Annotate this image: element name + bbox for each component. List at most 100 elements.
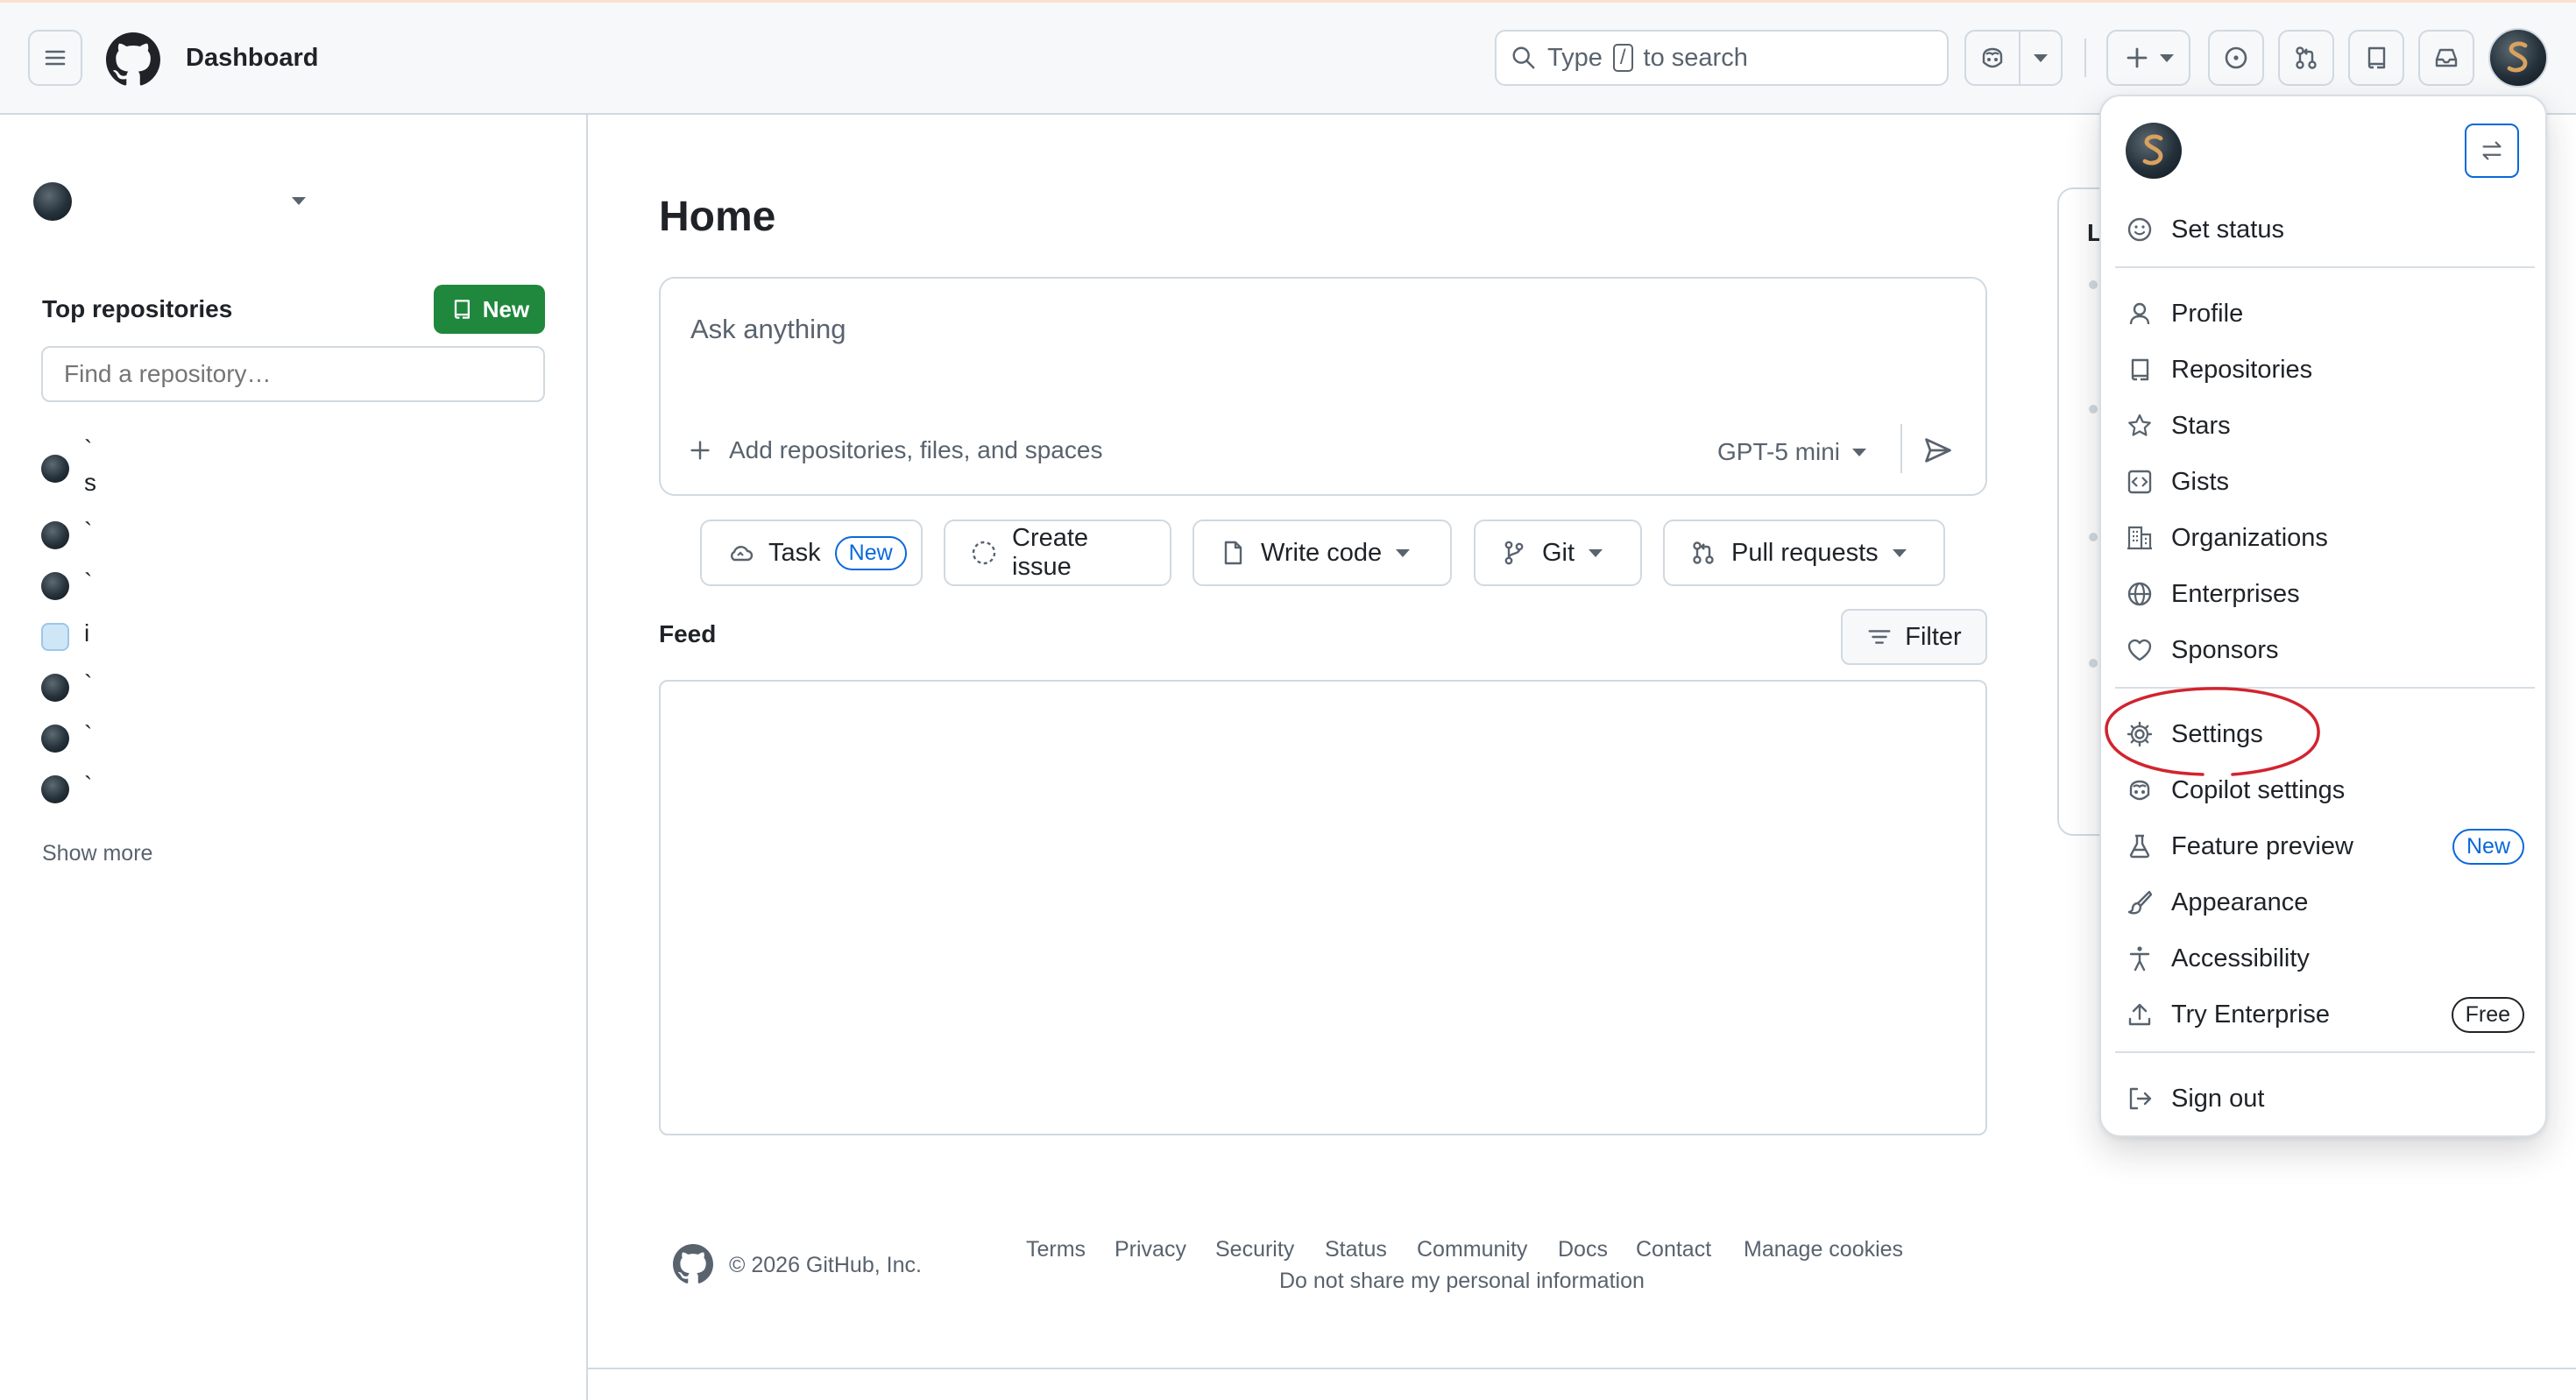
pull-requests-dropdown-button[interactable]: Pull requests [1663, 520, 1945, 586]
repo-link-line2[interactable]: s [84, 469, 96, 497]
new-repository-button[interactable]: New [434, 285, 545, 334]
menu-item-profile[interactable]: Profile [2126, 291, 2524, 336]
feed-filter-button[interactable]: Filter [1841, 609, 1987, 665]
feature-preview-label: Feature preview [2171, 831, 2353, 860]
footer-bottom-divider [588, 1368, 2576, 1369]
write-code-button[interactable]: Write code [1192, 520, 1452, 586]
organization-icon [2127, 526, 2152, 550]
hamburger-menu-button[interactable] [28, 30, 82, 86]
inbox-button[interactable] [2418, 30, 2474, 86]
footer-link-status[interactable]: Status [1325, 1237, 1387, 1262]
repo-link[interactable]: ` [84, 518, 92, 546]
repo-avatar [41, 674, 69, 702]
switch-account-button[interactable] [2465, 124, 2519, 178]
copilot-button[interactable] [1966, 32, 2020, 84]
menu-item-appearance[interactable]: Appearance [2126, 880, 2524, 925]
arrow-switch-icon [2482, 141, 2502, 160]
chevron-down-icon [2160, 53, 2174, 62]
show-more-link[interactable]: Show more [42, 841, 152, 866]
feed-heading: Feed [659, 620, 717, 647]
repo-link[interactable]: ` [84, 569, 92, 597]
issues-button[interactable] [2208, 30, 2264, 86]
search-icon [1512, 46, 1535, 69]
menu-item-stars[interactable]: Stars [2126, 403, 2524, 449]
find-repository-input[interactable] [41, 346, 545, 402]
send-icon[interactable] [1922, 435, 1954, 466]
context-switcher-button[interactable] [292, 197, 306, 205]
plus-icon [690, 441, 710, 460]
add-context-button[interactable]: Add repositories, files, and spaces [687, 436, 1102, 464]
footer-link-privacy[interactable]: Privacy [1115, 1237, 1186, 1262]
model-picker[interactable]: GPT-5 mini [1717, 438, 1867, 466]
repo-icon [2367, 46, 2386, 69]
task-new-badge: New [834, 535, 907, 570]
create-issue-button[interactable]: Create issue [944, 520, 1171, 586]
menu-item-enterprises[interactable]: Enterprises [2126, 571, 2524, 617]
menu-item-feature-preview[interactable]: Feature preview New [2126, 824, 2524, 869]
menu-item-copilot-settings[interactable]: Copilot settings [2126, 767, 2524, 813]
plus-icon [2127, 47, 2148, 68]
upload-icon [2128, 1003, 2151, 1026]
git-label: Git [1542, 538, 1575, 567]
menu-item-set-status[interactable]: Set status [2126, 207, 2524, 252]
repo-link[interactable]: ` [84, 435, 92, 463]
add-context-label: Add repositories, files, and spaces [729, 436, 1103, 463]
ask-input[interactable]: Ask anything [690, 314, 846, 345]
repo-avatar [41, 572, 69, 600]
search-prefix: Type [1547, 43, 1603, 72]
repo-avatar [41, 725, 69, 753]
context-avatar[interactable] [33, 182, 72, 221]
menu-item-gists[interactable]: Gists [2126, 459, 2524, 505]
repo-link[interactable]: ` [84, 772, 92, 800]
header-divider [2084, 39, 2086, 77]
footer-link-docs[interactable]: Docs [1558, 1237, 1608, 1262]
pull-requests-button[interactable] [2278, 30, 2334, 86]
code-square-icon [2127, 470, 2152, 494]
inbox-icon [2435, 48, 2458, 67]
footer-link-do-not-share[interactable]: Do not share my personal information [1279, 1269, 1645, 1294]
menu-item-sign-out[interactable]: Sign out [2126, 1076, 2524, 1121]
footer-link-terms[interactable]: Terms [1026, 1237, 1086, 1262]
footer-link-manage-cookies[interactable]: Manage cookies [1744, 1237, 1903, 1262]
github-footer-logo-icon[interactable] [673, 1244, 713, 1284]
git-button[interactable]: Git [1474, 520, 1642, 586]
issue-icon [2225, 46, 2247, 69]
set-status-label: Set status [2171, 215, 2284, 244]
repo-link[interactable]: ` [84, 721, 92, 749]
sponsors-label: Sponsors [2171, 635, 2279, 664]
filter-label: Filter [1905, 622, 1962, 651]
menu-item-sponsors[interactable]: Sponsors [2126, 627, 2524, 673]
search-shortcut-key: / [1612, 44, 1633, 72]
footer-link-contact[interactable]: Contact [1636, 1237, 1711, 1262]
repositories-button[interactable] [2348, 30, 2404, 86]
menu-item-try-enterprise[interactable]: Try Enterprise Free [2126, 992, 2524, 1037]
star-icon [2128, 414, 2151, 436]
home-heading: Home [659, 194, 776, 240]
footer-link-community[interactable]: Community [1417, 1237, 1527, 1262]
menu-item-accessibility[interactable]: Accessibility [2126, 936, 2524, 981]
footer-link-security[interactable]: Security [1215, 1237, 1294, 1262]
github-logo-icon[interactable] [106, 32, 160, 87]
user-avatar-button[interactable] [2488, 28, 2548, 88]
top-repositories-heading: Top repositories [42, 295, 233, 322]
enterprises-label: Enterprises [2171, 579, 2300, 608]
chevron-down-icon [1892, 548, 1907, 557]
smiley-icon [2127, 217, 2152, 242]
chevron-down-icon [1396, 548, 1411, 557]
copilot-dropdown-button[interactable] [2020, 32, 2061, 84]
repo-link[interactable]: ` [84, 670, 92, 698]
menu-user-avatar [2126, 123, 2182, 179]
menu-divider [2115, 266, 2535, 268]
search-input[interactable]: Type / to search [1495, 30, 1949, 86]
menu-item-organizations[interactable]: Organizations [2126, 515, 2524, 561]
task-button[interactable]: Task New [700, 520, 923, 586]
create-new-button[interactable] [2106, 30, 2190, 86]
cloud-icon [731, 546, 754, 562]
feature-preview-new-badge: New [2452, 828, 2524, 865]
stars-label: Stars [2171, 411, 2231, 440]
repo-link[interactable]: i [84, 619, 89, 647]
menu-divider [2115, 1051, 2535, 1053]
menu-item-repositories[interactable]: Repositories [2126, 347, 2524, 392]
left-sidebar: Top repositories New ` s ` ` i ` ` ` Sho… [0, 115, 588, 1400]
chevron-down-icon [1589, 548, 1603, 557]
